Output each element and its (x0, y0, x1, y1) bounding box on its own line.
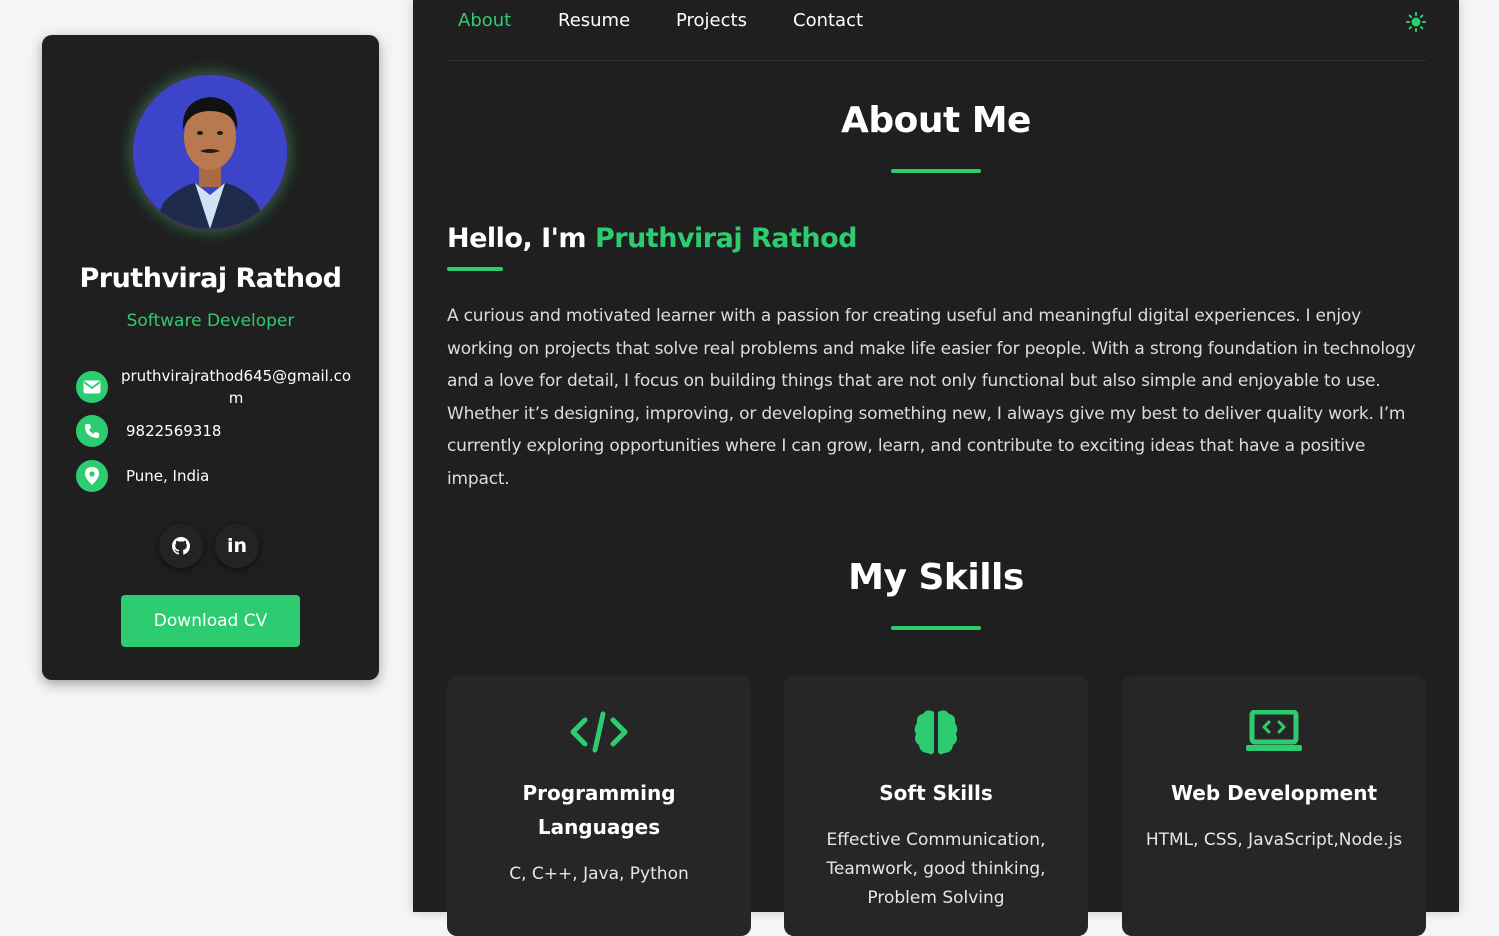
contact-location: Pune, India (76, 460, 209, 492)
skill-title: Programming Languages (522, 781, 676, 839)
nav-about[interactable]: About (458, 10, 511, 31)
skills-title-underline (891, 626, 981, 630)
avatar (130, 72, 290, 232)
skill-card-soft-skills: Soft Skills Effective Communication, Tea… (784, 676, 1088, 936)
profile-card: Pruthviraj Rathod Software Developer pru… (42, 35, 379, 680)
social-links: in (159, 524, 259, 568)
linkedin-icon[interactable]: in (215, 524, 259, 568)
main-panel: About Resume Projects Contact About Me H… (413, 0, 1459, 936)
phone-text[interactable]: 9822569318 (126, 420, 221, 442)
linkedin-label: in (226, 535, 248, 557)
profile-role: Software Developer (126, 311, 295, 331)
skill-title: Soft Skills (879, 781, 993, 805)
sun-icon[interactable] (1406, 12, 1426, 32)
hello-prefix: Hello, I'm (447, 223, 587, 254)
brain-icon (784, 704, 1088, 760)
phone-icon (76, 415, 108, 447)
skill-desc: HTML, CSS, JavaScript,Node.js (1145, 830, 1403, 850)
nav-resume[interactable]: Resume (558, 10, 630, 31)
about-paragraph: A curious and motivated learner with a p… (447, 306, 1416, 489)
contact-phone[interactable]: 9822569318 (76, 415, 221, 447)
email-text[interactable]: pruthvirajrathod645@gmail.com (116, 365, 356, 409)
envelope-icon (76, 371, 108, 403)
about-title-underline (891, 169, 981, 173)
skill-card-web-development: Web Development HTML, CSS, JavaScript,No… (1122, 676, 1426, 936)
about-title: About Me (841, 100, 1031, 141)
skill-card-programming: Programming Languages C, C++, Java, Pyth… (447, 676, 751, 936)
laptop-code-icon (1122, 704, 1426, 760)
location-pin-icon (76, 460, 108, 492)
code-icon (447, 704, 751, 760)
hello-name: Pruthviraj Rathod (594, 223, 858, 254)
profile-name: Pruthviraj Rathod (79, 263, 342, 294)
github-icon[interactable] (159, 524, 203, 568)
nav-projects[interactable]: Projects (676, 10, 747, 31)
skill-desc: C, C++, Java, Python (509, 864, 689, 884)
hello-underline (447, 267, 503, 271)
nav-contact[interactable]: Contact (793, 10, 863, 31)
download-cv-button[interactable]: Download CV (121, 595, 300, 647)
skills-title: My Skills (848, 557, 1024, 598)
hello-heading: Hello, I'm Pruthviraj Rathod (447, 223, 858, 254)
top-nav: About Resume Projects Contact (447, 0, 1426, 61)
skill-desc: Effective Communication, Teamwork, good … (826, 830, 1046, 908)
contact-email[interactable]: pruthvirajrathod645@gmail.com (76, 365, 356, 409)
skill-title: Web Development (1170, 781, 1378, 805)
location-text: Pune, India (126, 467, 210, 485)
